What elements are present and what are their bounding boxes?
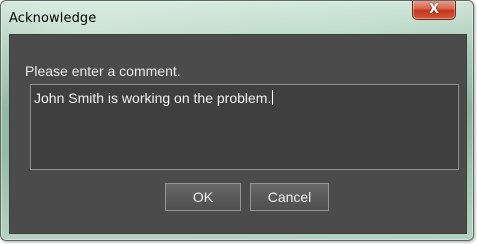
- comment-prompt-label: Please enter a comment.: [25, 63, 181, 79]
- text-caret: [272, 90, 274, 105]
- window-title: Acknowledge: [9, 11, 97, 26]
- comment-text: John Smith is working on the problem.: [34, 90, 272, 106]
- ok-button[interactable]: OK: [165, 183, 241, 211]
- close-button[interactable]: X: [412, 1, 456, 20]
- cancel-button[interactable]: Cancel: [250, 183, 329, 211]
- close-icon: X: [428, 2, 440, 17]
- comment-textarea[interactable]: John Smith is working on the problem.: [30, 84, 459, 170]
